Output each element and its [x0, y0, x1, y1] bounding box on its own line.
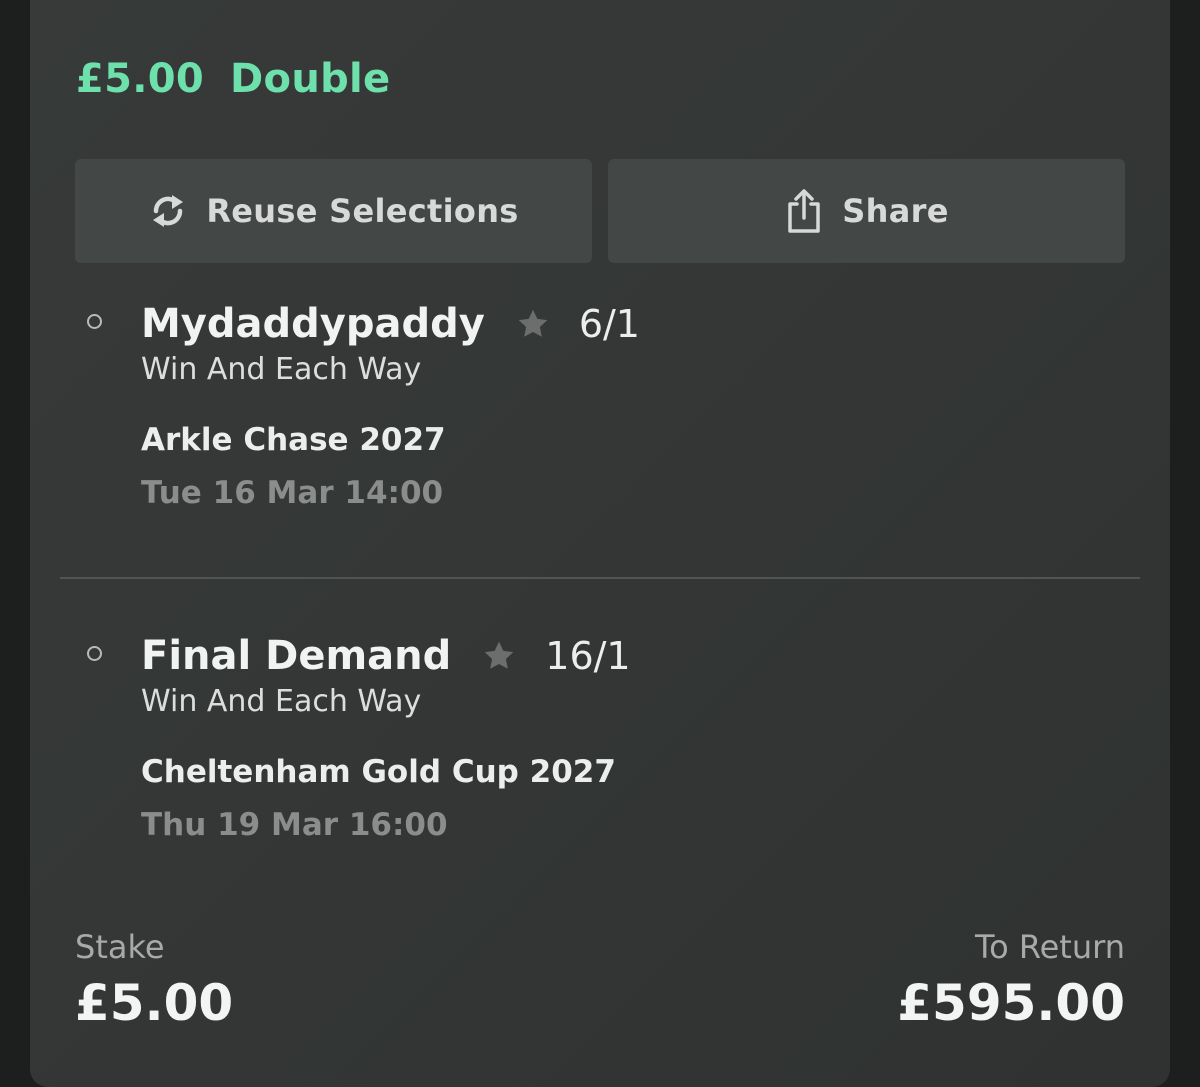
reuse-selections-button[interactable]: Reuse Selections	[75, 159, 592, 263]
selection-odds: 6/1	[578, 302, 640, 346]
share-button[interactable]: Share	[608, 159, 1125, 263]
horse-name: Mydaddypaddy	[141, 301, 485, 347]
stake-value: £5.00	[75, 974, 234, 1032]
selection-radio[interactable]	[87, 314, 102, 329]
bet-type: Double	[230, 56, 391, 102]
stake-label: Stake	[75, 928, 165, 966]
market-type: Win And Each Way	[141, 684, 422, 719]
share-icon	[784, 189, 824, 233]
to-return-value: £595.00	[897, 974, 1125, 1032]
event-name: Cheltenham Gold Cup 2027	[141, 754, 616, 790]
star-icon[interactable]	[479, 636, 519, 676]
event-name: Arkle Chase 2027	[141, 422, 446, 458]
selection-radio[interactable]	[87, 646, 102, 661]
bet-stake-amount: £5.00	[76, 56, 205, 102]
star-icon[interactable]	[513, 304, 553, 344]
selection-header: Final Demand 16/1	[141, 632, 631, 680]
selection-odds: 16/1	[545, 634, 631, 678]
selection-header: Mydaddypaddy 6/1	[141, 300, 640, 348]
share-label: Share	[842, 192, 949, 230]
event-datetime: Thu 19 Mar 16:00	[141, 807, 448, 843]
selection-divider	[60, 577, 1140, 579]
bet-receipt-card: £5.00 Double Reuse Selections Share Mydad…	[30, 0, 1170, 1087]
bet-title: £5.00 Double	[76, 56, 390, 102]
horse-name: Final Demand	[141, 633, 452, 679]
event-datetime: Tue 16 Mar 14:00	[141, 475, 444, 511]
to-return-label: To Return	[974, 928, 1125, 966]
market-type: Win And Each Way	[141, 352, 422, 387]
reuse-selections-label: Reuse Selections	[206, 192, 519, 230]
refresh-icon	[148, 189, 188, 233]
